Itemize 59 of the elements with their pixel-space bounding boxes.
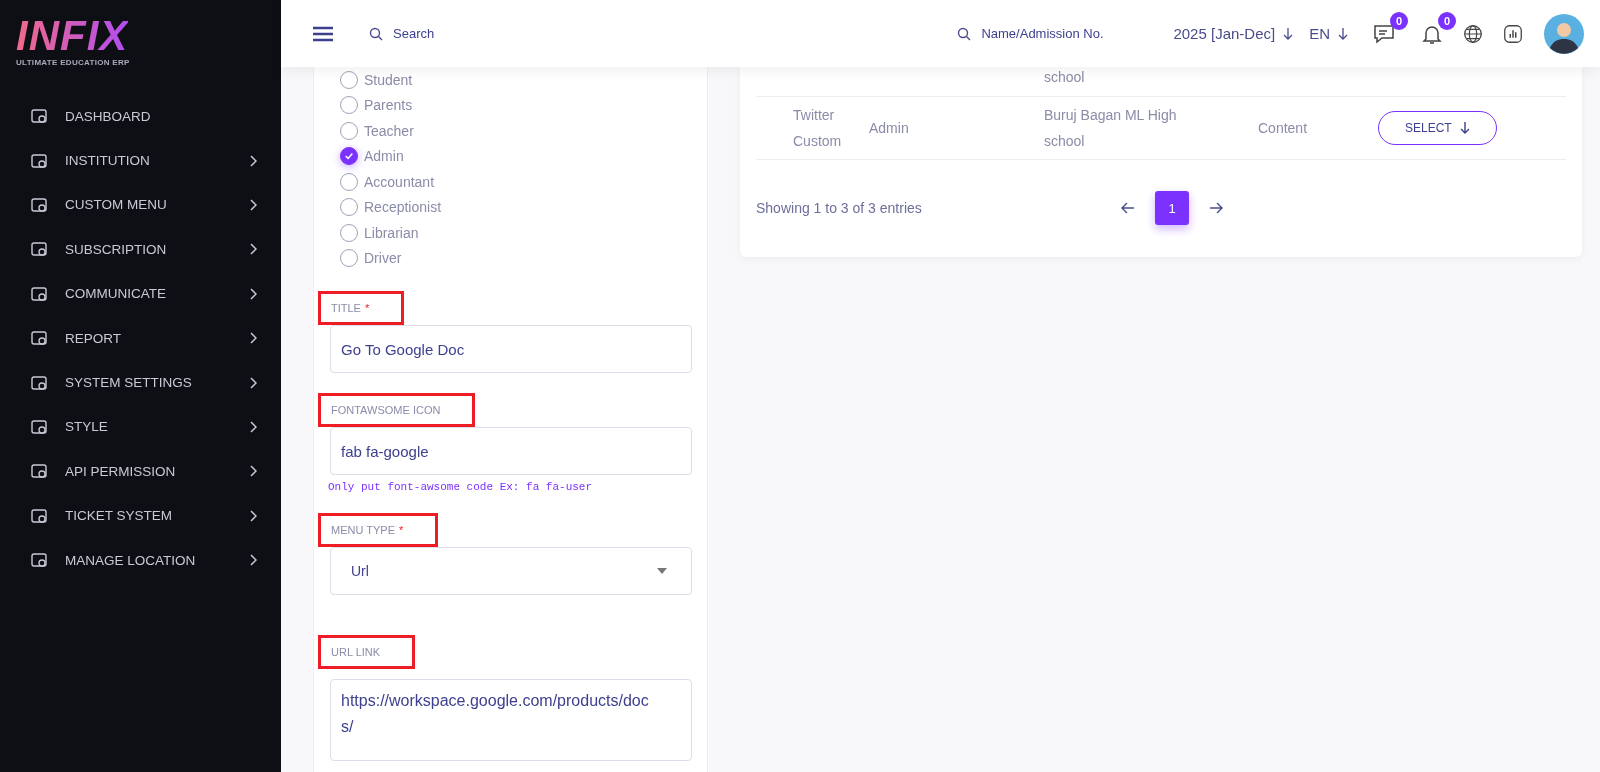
sidebar-item[interactable]: INSTITUTION xyxy=(0,138,281,183)
entries-summary: Showing 1 to 3 of 3 entries xyxy=(756,200,923,216)
sidebar-item[interactable]: MANAGE LOCATION xyxy=(0,537,281,583)
required-mark: * xyxy=(399,524,404,536)
dropdown-field[interactable]: Url xyxy=(330,547,692,595)
chevron-right-icon xyxy=(249,198,257,211)
table-cell-text: Twitter Custom xyxy=(792,106,843,151)
input-field[interactable]: Go To Google Doc xyxy=(330,325,692,373)
chevron-right-icon xyxy=(249,465,257,478)
page-button[interactable]: 1 xyxy=(1155,191,1189,225)
table-cell-text: school xyxy=(1044,68,1086,87)
sidebar-item[interactable]: CUSTOM MENU xyxy=(0,182,281,228)
sidebar-item[interactable]: SUBSCRIPTION xyxy=(0,227,281,272)
count-badge: 0 xyxy=(1390,11,1408,30)
avatar-icon[interactable] xyxy=(1544,13,1584,54)
chevron-right-icon xyxy=(249,509,257,522)
table-cell-text: Content xyxy=(1258,119,1309,138)
session-dropdown[interactable]: 2025 [Jan-Dec] xyxy=(1173,25,1294,42)
caret-down-icon xyxy=(657,568,667,574)
search-icon xyxy=(369,26,383,41)
required-mark: * xyxy=(364,302,370,314)
logo-tagline: ULTIMATE EDUCATION ERP xyxy=(16,58,130,67)
sidebar-item[interactable]: STYLE xyxy=(0,404,281,450)
next-page-icon[interactable] xyxy=(1209,202,1223,214)
arrow-down-icon xyxy=(1338,27,1348,40)
input-field[interactable]: fab fa-google xyxy=(330,427,692,475)
sidebar-item[interactable]: REPORT xyxy=(0,315,281,361)
highlighted-label: FONTAWSOME ICON xyxy=(318,393,476,427)
chevron-right-icon xyxy=(249,154,257,167)
previous-page-icon[interactable] xyxy=(1121,202,1135,214)
sidebar-item[interactable]: TICKET SYSTEM xyxy=(0,493,281,538)
sidebar-item[interactable]: API PERMISSION xyxy=(0,449,281,494)
chevron-right-icon xyxy=(249,376,257,389)
student-search-field[interactable]: Name/Admission No. xyxy=(979,25,1134,42)
highlighted-label: URL LINK xyxy=(318,635,416,669)
highlighted-label: MENU TYPE * xyxy=(318,513,439,547)
arrow-down-icon xyxy=(1283,27,1294,40)
language-dropdown[interactable]: EN xyxy=(1309,25,1348,42)
count-badge: 0 xyxy=(1438,11,1456,30)
search-icon xyxy=(957,26,972,41)
sidebar-item[interactable]: SYSTEM SETTINGS xyxy=(0,360,281,405)
arrow-down-icon xyxy=(1459,122,1470,134)
checkmark-icon xyxy=(344,151,354,162)
textarea-field[interactable]: https://workspace.google.com/products/docs/ xyxy=(330,679,692,761)
chevron-right-icon xyxy=(249,287,257,300)
chevron-right-icon xyxy=(249,243,257,256)
table-cell-text: Admin xyxy=(869,119,910,138)
highlighted-label: TITLE * xyxy=(318,291,405,325)
chevron-right-icon xyxy=(249,554,257,567)
sidebar-item[interactable]: DASHBOARD xyxy=(0,94,281,139)
search-field[interactable]: Search xyxy=(391,25,515,42)
select-button[interactable]: SELECT xyxy=(1378,111,1497,145)
field-hint: Only put font-awsome code Ex: fa fa-user xyxy=(328,481,593,493)
chevron-right-icon xyxy=(249,332,257,345)
bar-chart-icon[interactable] xyxy=(1502,22,1524,45)
table-cell-text: Buruj Bagan ML High school xyxy=(1044,106,1178,151)
sidebar-item[interactable]: COMMUNICATE xyxy=(0,271,281,316)
globe-icon[interactable] xyxy=(1462,22,1484,45)
chevron-right-icon xyxy=(249,420,257,433)
